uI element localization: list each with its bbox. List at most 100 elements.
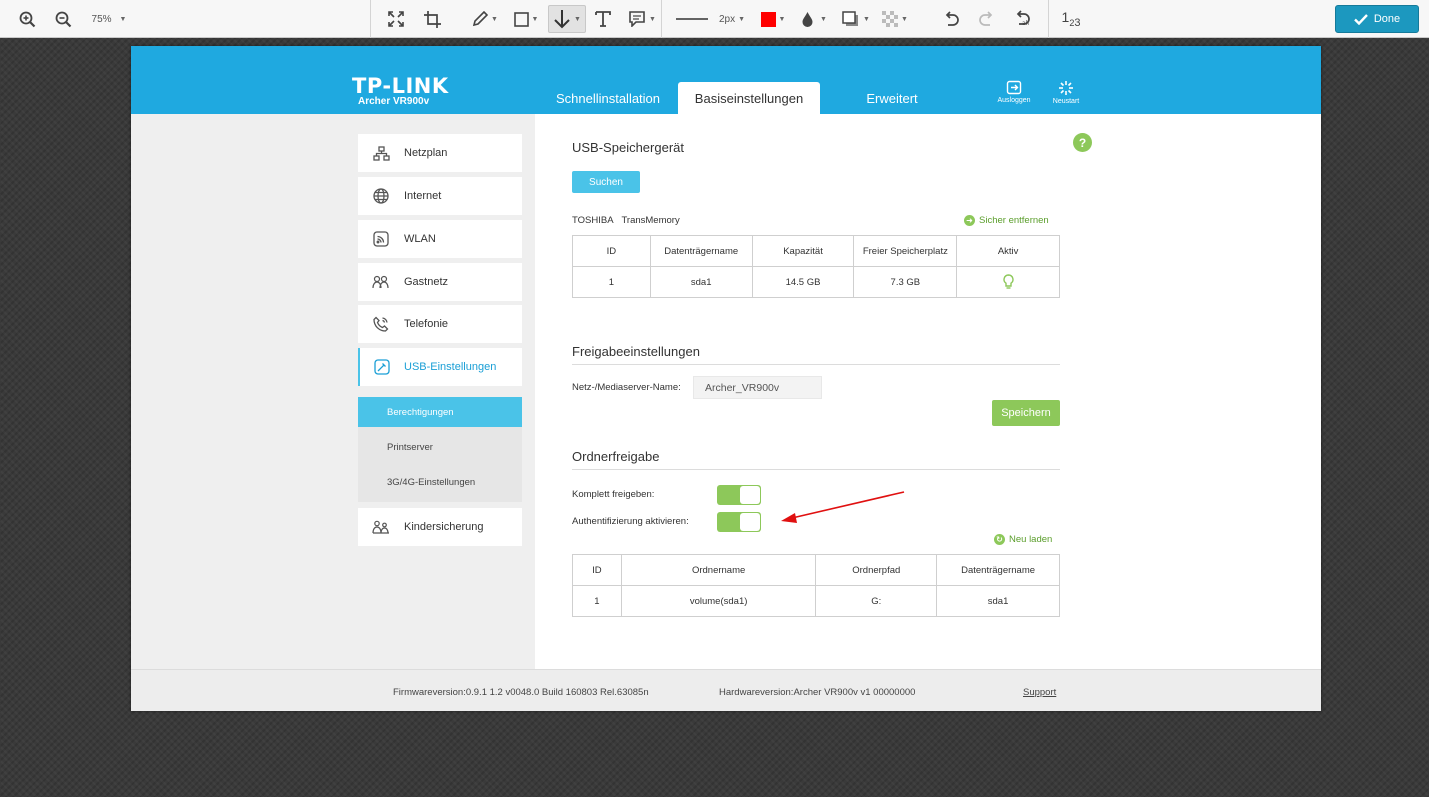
usb-icon [360, 359, 404, 375]
pixelate-icon [882, 11, 899, 27]
support-link[interactable]: Support [1023, 687, 1056, 698]
column-header: ID [572, 554, 622, 586]
callout-tool[interactable]: ▼ [624, 0, 660, 38]
svg-text:all: all [1022, 20, 1029, 27]
sidebar-item-parental-control[interactable]: Kindersicherung [358, 508, 522, 546]
column-header: Ordnerpfad [815, 554, 938, 586]
table-header-row: ID Datenträgername Kapazität Freier Spei… [572, 235, 1060, 267]
usb-device-table: ID Datenträgername Kapazität Freier Spei… [572, 235, 1060, 298]
shadow-tool[interactable]: ▼ [841, 0, 871, 38]
save-button[interactable]: Speichern [992, 400, 1060, 426]
logout-button[interactable]: Ausloggen [989, 80, 1039, 104]
safely-remove-label: Sicher entfernen [979, 215, 1049, 226]
table-cell: G: [815, 585, 938, 617]
hardware-version: Hardwareversion:Archer VR900v v1 0000000… [719, 687, 916, 698]
table-cell: sda1 [936, 585, 1060, 617]
column-header: Datenträgername [649, 235, 753, 267]
chevron-down-icon: ▼ [863, 15, 870, 23]
page-header: TP-LINK Archer VR900v Schnellinstallatio… [131, 46, 1321, 114]
pencil-tool[interactable]: ▼ [468, 0, 502, 38]
text-icon [595, 11, 611, 27]
device-label: TOSHIBA TransMemory [572, 215, 680, 226]
help-icon[interactable]: ? [1073, 133, 1092, 152]
chevron-down-icon: ▼ [574, 15, 581, 23]
usb-submenu: Berechtigungen Printserver 3G/4G-Einstel… [358, 397, 522, 502]
zoom-in-icon[interactable] [14, 0, 40, 38]
logout-icon [1006, 80, 1022, 95]
restart-label: Neustart [1052, 98, 1080, 105]
usb-section-title: USB-Speichergerät [572, 140, 684, 155]
guest-icon [358, 275, 404, 289]
share-all-toggle[interactable] [717, 485, 761, 505]
sidebar-item-internet[interactable]: Internet [358, 177, 522, 215]
rectangle-tool[interactable]: ▼ [508, 0, 544, 38]
redo-icon[interactable] [974, 0, 1000, 38]
line-style-selector[interactable] [672, 0, 712, 38]
folder-share-title: Ordnerfreigabe [572, 449, 660, 464]
chevron-down-icon: ▼ [531, 15, 539, 23]
chevron-down-icon: ▼ [778, 15, 786, 23]
color-picker[interactable]: ▼ [757, 0, 789, 38]
globe-icon [358, 188, 404, 204]
phone-icon [358, 316, 404, 332]
table-cell: 1 [572, 585, 622, 617]
column-header: Freier Speicherplatz [853, 235, 958, 267]
chevron-down-icon: ▼ [491, 15, 498, 23]
fit-screen-icon[interactable] [383, 0, 409, 38]
sidebar-item-telefonie[interactable]: Telefonie [358, 305, 522, 343]
restart-icon [1059, 81, 1073, 95]
server-name-input[interactable] [693, 376, 822, 399]
shadow-icon [842, 11, 859, 26]
restart-button[interactable]: Neustart [1041, 80, 1091, 105]
sidebar-item-usb-settings[interactable]: USB-Einstellungen [358, 348, 522, 386]
stroke-width-dropdown[interactable]: 2px ▼ [715, 0, 749, 38]
logout-label: Ausloggen [997, 97, 1031, 104]
tab-basic-settings[interactable]: Basiseinstellungen [678, 82, 820, 114]
sidebar-item-label: Gastnetz [404, 276, 449, 288]
auth-toggle[interactable] [717, 512, 761, 532]
pencil-icon [472, 11, 489, 27]
sidebar-item-wlan[interactable]: WLAN [358, 220, 522, 258]
chevron-down-icon: ▼ [119, 15, 127, 23]
network-icon [358, 145, 404, 161]
numbering-tool[interactable]: 123 [1056, 0, 1086, 38]
table-cell[interactable] [956, 266, 1060, 298]
undo-all-icon[interactable]: all [1010, 0, 1036, 38]
column-header: Datenträgername [936, 554, 1060, 586]
reload-link[interactable]: ↻ Neu laden [994, 534, 1052, 545]
sidebar-subitem-permissions[interactable]: Berechtigungen [358, 397, 522, 427]
tab-quick-setup[interactable]: Schnellinstallation [542, 82, 674, 114]
droplet-icon [802, 12, 813, 27]
numbering-icon: 123 [1061, 9, 1081, 29]
arrow-tool[interactable]: ▼ [548, 5, 586, 33]
undo-icon[interactable] [938, 0, 964, 38]
opacity-tool[interactable]: ▼ [797, 0, 831, 38]
chevron-down-icon: ▼ [901, 15, 908, 23]
done-button[interactable]: Done [1335, 5, 1419, 33]
model-name: Archer VR900v [358, 96, 430, 107]
search-button[interactable]: Suchen [572, 171, 640, 193]
sidebar-item-label: WLAN [404, 233, 436, 245]
tab-advanced[interactable]: Erweitert [824, 82, 960, 114]
zoom-level-dropdown[interactable]: 75% ▼ [86, 0, 132, 38]
speech-bubble-icon [629, 11, 645, 27]
table-cell: sda1 [649, 266, 753, 298]
done-label: Done [1373, 13, 1401, 25]
zoom-out-icon[interactable] [50, 0, 76, 38]
sidebar-subitem-printserver[interactable]: Printserver [358, 432, 522, 462]
crop-icon[interactable] [419, 0, 445, 38]
auth-label: Authentifizierung aktivieren: [572, 516, 689, 527]
safely-remove-link[interactable]: ➜ Sicher entfernen [964, 215, 1049, 226]
parental-control-icon [358, 520, 404, 534]
pixelate-tool[interactable]: ▼ [878, 0, 912, 38]
sidebar-subitem-3g4g[interactable]: 3G/4G-Einstellungen [358, 467, 522, 497]
sidebar-item-netzplan[interactable]: Netzplan [358, 134, 522, 172]
text-tool[interactable] [590, 0, 616, 38]
sidebar-item-label: Telefonie [404, 318, 449, 330]
device-vendor: TOSHIBA [572, 215, 614, 226]
sidebar-item-label: USB-Einstellungen [404, 361, 497, 373]
arrow-down-icon [554, 10, 570, 29]
sidebar-item-gastnetz[interactable]: Gastnetz [358, 263, 522, 301]
rectangle-icon [513, 11, 529, 27]
checkmark-icon [1353, 13, 1368, 25]
